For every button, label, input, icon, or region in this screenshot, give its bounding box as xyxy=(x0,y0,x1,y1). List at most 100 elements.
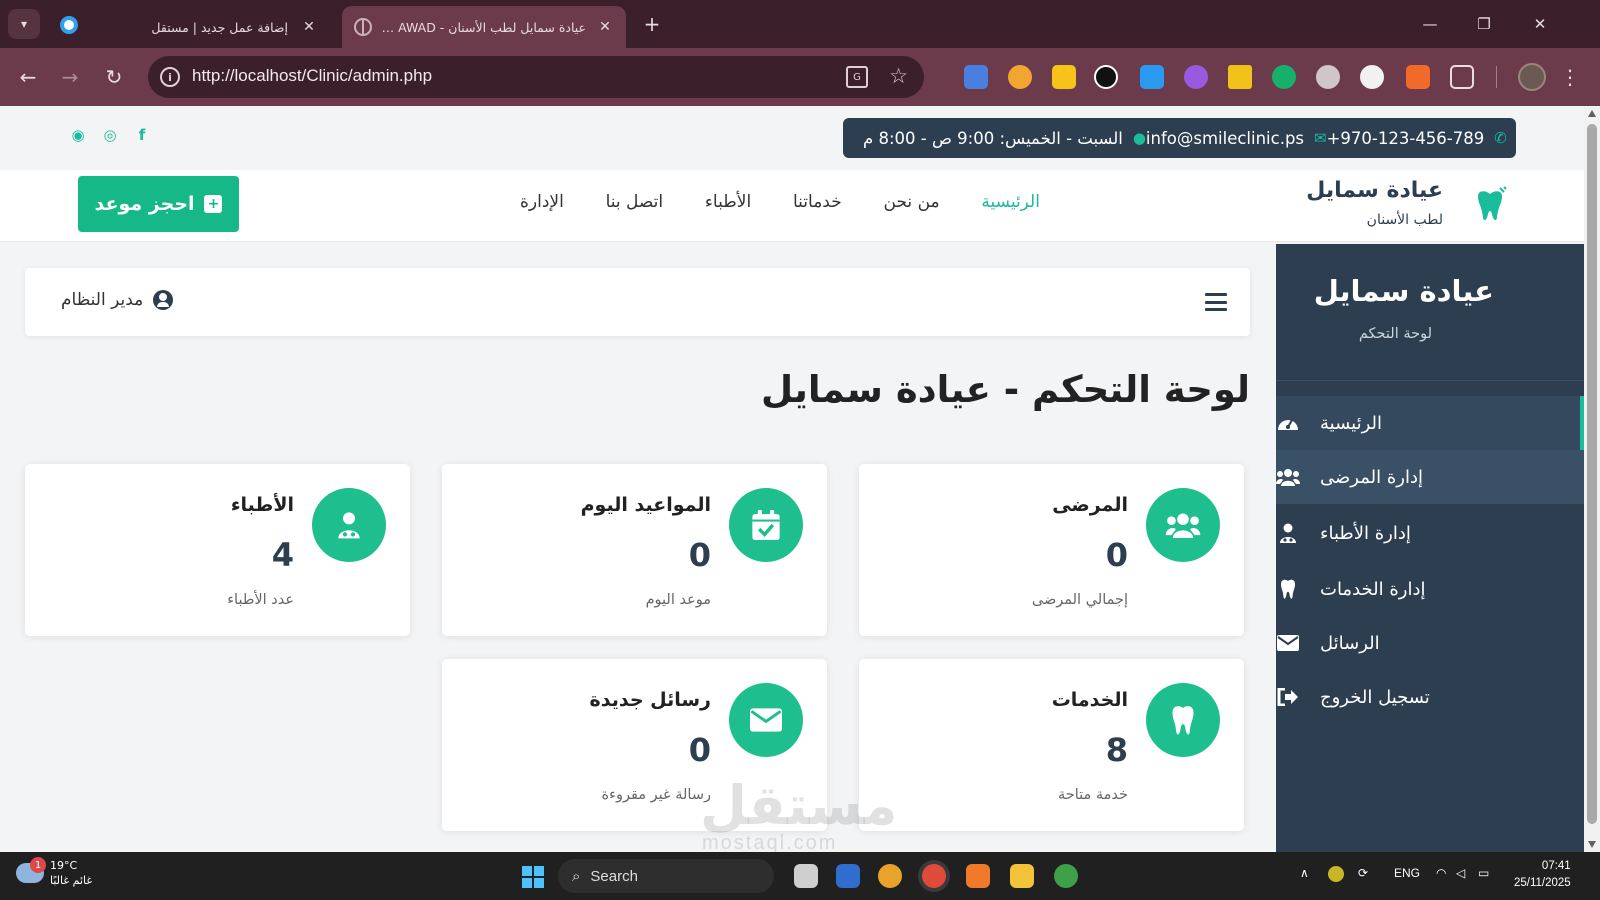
sidebar-item-patients[interactable]: إدارة المرضى xyxy=(1276,450,1584,504)
weather-temp: 19°C xyxy=(50,859,78,872)
wifi-icon[interactable]: ◠ xyxy=(1436,866,1446,880)
whatsapp-icon[interactable]: ◉ xyxy=(70,126,86,144)
instagram-icon[interactable]: ◎ xyxy=(102,126,118,144)
taskbar-clock[interactable]: 07:41 25/11/2025 xyxy=(1514,858,1571,892)
compass-extension-icon[interactable] xyxy=(1008,65,1032,89)
facebook-icon[interactable]: f xyxy=(134,126,150,144)
phone-text[interactable]: +970-123-456-789 xyxy=(1327,129,1485,148)
language-indicator[interactable]: ENG xyxy=(1394,866,1420,880)
phone-item[interactable]: +970-123-456-789 ✆ xyxy=(1327,129,1507,148)
stat-value: 0 xyxy=(1105,536,1128,574)
taskbar-search[interactable]: ⌕ Search xyxy=(558,859,774,893)
windows-start-icon[interactable] xyxy=(522,866,544,888)
new-tab-button[interactable]: + xyxy=(640,12,664,36)
stat-card-patients: المرضى 0 إجمالي المرضى xyxy=(859,464,1244,636)
brand-title[interactable]: عيادة سمايل xyxy=(1306,178,1443,203)
sidebar-item-doctors[interactable]: إدارة الأطباء xyxy=(1276,506,1584,560)
plus-extension-icon[interactable] xyxy=(1360,65,1384,89)
doctor-icon xyxy=(312,488,386,562)
tab-clinic[interactable]: عيادة سمايل لطب الأسنان - ADA AWAD ✕ xyxy=(342,6,626,48)
scrollbar-thumb[interactable] xyxy=(1587,124,1597,824)
dashboard-icon xyxy=(1276,414,1300,432)
close-icon[interactable]: ✕ xyxy=(300,18,318,36)
browser-tab-bar: ▾ إضافة عمل جديد | مستقل ✕ عيادة سمايل ل… xyxy=(0,0,1600,48)
nav-item-services[interactable]: خدماتنا xyxy=(793,192,842,212)
sidebar-item-services[interactable]: إدارة الخدمات xyxy=(1276,562,1584,616)
forward-button[interactable]: → xyxy=(56,63,84,91)
clock-icon: ● xyxy=(1132,129,1146,147)
sidebar-item-dashboard[interactable]: الرئيسية xyxy=(1276,396,1584,450)
nav-item-admin[interactable]: الإدارة xyxy=(520,192,564,212)
book-appointment-button[interactable]: + احجز موعد xyxy=(78,176,239,232)
email-text[interactable]: info@smileclinic.ps xyxy=(1146,129,1304,148)
tray-chevron-icon[interactable]: ∧ xyxy=(1300,866,1309,880)
users-icon xyxy=(1276,468,1300,486)
google-translate-extension-icon[interactable] xyxy=(964,65,988,89)
bulb-extension-icon[interactable] xyxy=(1052,65,1076,89)
sidebar-item-logout[interactable]: تسجيل الخروج xyxy=(1276,670,1584,724)
clock-date: 25/11/2025 xyxy=(1514,877,1571,889)
puzzle-extensions-icon[interactable] xyxy=(1450,65,1474,89)
tray-sync-icon[interactable]: ⟳ xyxy=(1358,866,1368,880)
nav-item-home[interactable]: الرئيسية xyxy=(981,192,1040,212)
scroll-down-arrow-icon[interactable] xyxy=(1588,841,1596,848)
admin-user-menu[interactable]: مدير النظام xyxy=(61,290,174,310)
page-scrollbar[interactable] xyxy=(1584,106,1600,852)
sidebar-item-label: إدارة الأطباء xyxy=(1320,522,1411,544)
bookmark-star-icon[interactable]: ☆ xyxy=(889,64,908,88)
url-text[interactable]: http://localhost/Clinic/admin.php xyxy=(192,66,432,86)
nav-item-doctors[interactable]: الأطباء xyxy=(705,192,751,212)
app-icon xyxy=(60,16,78,34)
info-icon[interactable]: i xyxy=(160,67,180,87)
aperture-extension-icon[interactable] xyxy=(1316,65,1340,89)
back-button[interactable]: ← xyxy=(14,63,42,91)
chrome-profile-app-icon[interactable] xyxy=(1054,864,1078,888)
users-icon xyxy=(1146,488,1220,562)
hours-text: السبت - الخميس: 9:00 ص - 8:00 م xyxy=(863,128,1123,148)
mostaql-watermark: مستقل xyxy=(700,774,898,837)
window-close-icon[interactable]: ✕ xyxy=(1528,12,1552,36)
nav-item-about[interactable]: من نحن xyxy=(884,192,940,212)
stat-subtitle: خدمة متاحة xyxy=(1057,787,1128,803)
grammarly-extension-icon[interactable] xyxy=(1272,65,1296,89)
hamburger-menu-icon[interactable] xyxy=(1205,293,1227,311)
notification-badge: 1 xyxy=(30,857,46,873)
globe-icon xyxy=(354,18,372,36)
sidebar-item-messages[interactable]: الرسائل xyxy=(1276,616,1584,670)
tray-app-icon[interactable] xyxy=(1328,866,1344,882)
weather-widget[interactable]: 1 19°C غائم غالبًا xyxy=(16,857,92,888)
windows-taskbar: 1 19°C غائم غالبًا ⌕ Search ∧ ⟳ ENG ◠ ◁ … xyxy=(0,852,1600,900)
address-bar[interactable]: i http://localhost/Clinic/admin.php G ☆ xyxy=(148,56,924,98)
scroll-up-arrow-icon[interactable] xyxy=(1588,110,1596,117)
kebab-menu-icon[interactable]: ⋮ xyxy=(1560,62,1580,92)
drop-extension-icon[interactable] xyxy=(1140,65,1164,89)
file-explorer-icon[interactable] xyxy=(1010,864,1034,888)
profile-avatar[interactable] xyxy=(1518,63,1546,91)
reload-button[interactable]: ↻ xyxy=(100,63,128,91)
xampp-app-icon[interactable] xyxy=(966,864,990,888)
book-button-label: احجز موعد xyxy=(94,193,195,215)
task-view-icon[interactable] xyxy=(794,864,818,888)
sidebar-title: عيادة سمايل xyxy=(1313,274,1494,308)
translate-icon[interactable]: G xyxy=(846,66,868,88)
email-item[interactable]: info@smileclinic.ps ✉ xyxy=(1146,129,1327,148)
tooth-icon xyxy=(1276,579,1300,599)
battery-icon[interactable]: ▭ xyxy=(1478,866,1489,880)
restore-icon[interactable]: ❐ xyxy=(1472,12,1496,36)
settings-app-icon[interactable] xyxy=(836,864,860,888)
stat-card-doctors: الأطباء 4 عدد الأطباء xyxy=(25,464,410,636)
minimize-icon[interactable]: — xyxy=(1418,12,1442,36)
chrome-app-icon[interactable] xyxy=(878,864,902,888)
bolt-extension-icon[interactable] xyxy=(1406,65,1430,89)
drive-extension-icon[interactable] xyxy=(1228,65,1252,89)
chrome-active-app-icon[interactable] xyxy=(922,864,946,888)
close-icon[interactable]: ✕ xyxy=(596,18,614,36)
nav-item-contact[interactable]: اتصل بنا xyxy=(606,192,664,212)
gear-extension-icon[interactable] xyxy=(1184,65,1208,89)
cloud-icon: 1 xyxy=(16,857,46,883)
screen-extension-icon[interactable] xyxy=(1094,65,1118,89)
volume-icon[interactable]: ◁ xyxy=(1456,866,1465,880)
tab-mostaql[interactable]: إضافة عمل جديد | مستقل ✕ xyxy=(92,6,330,48)
tab-search-button[interactable]: ▾ xyxy=(8,9,40,39)
envelope-icon: ✉ xyxy=(1314,129,1327,147)
